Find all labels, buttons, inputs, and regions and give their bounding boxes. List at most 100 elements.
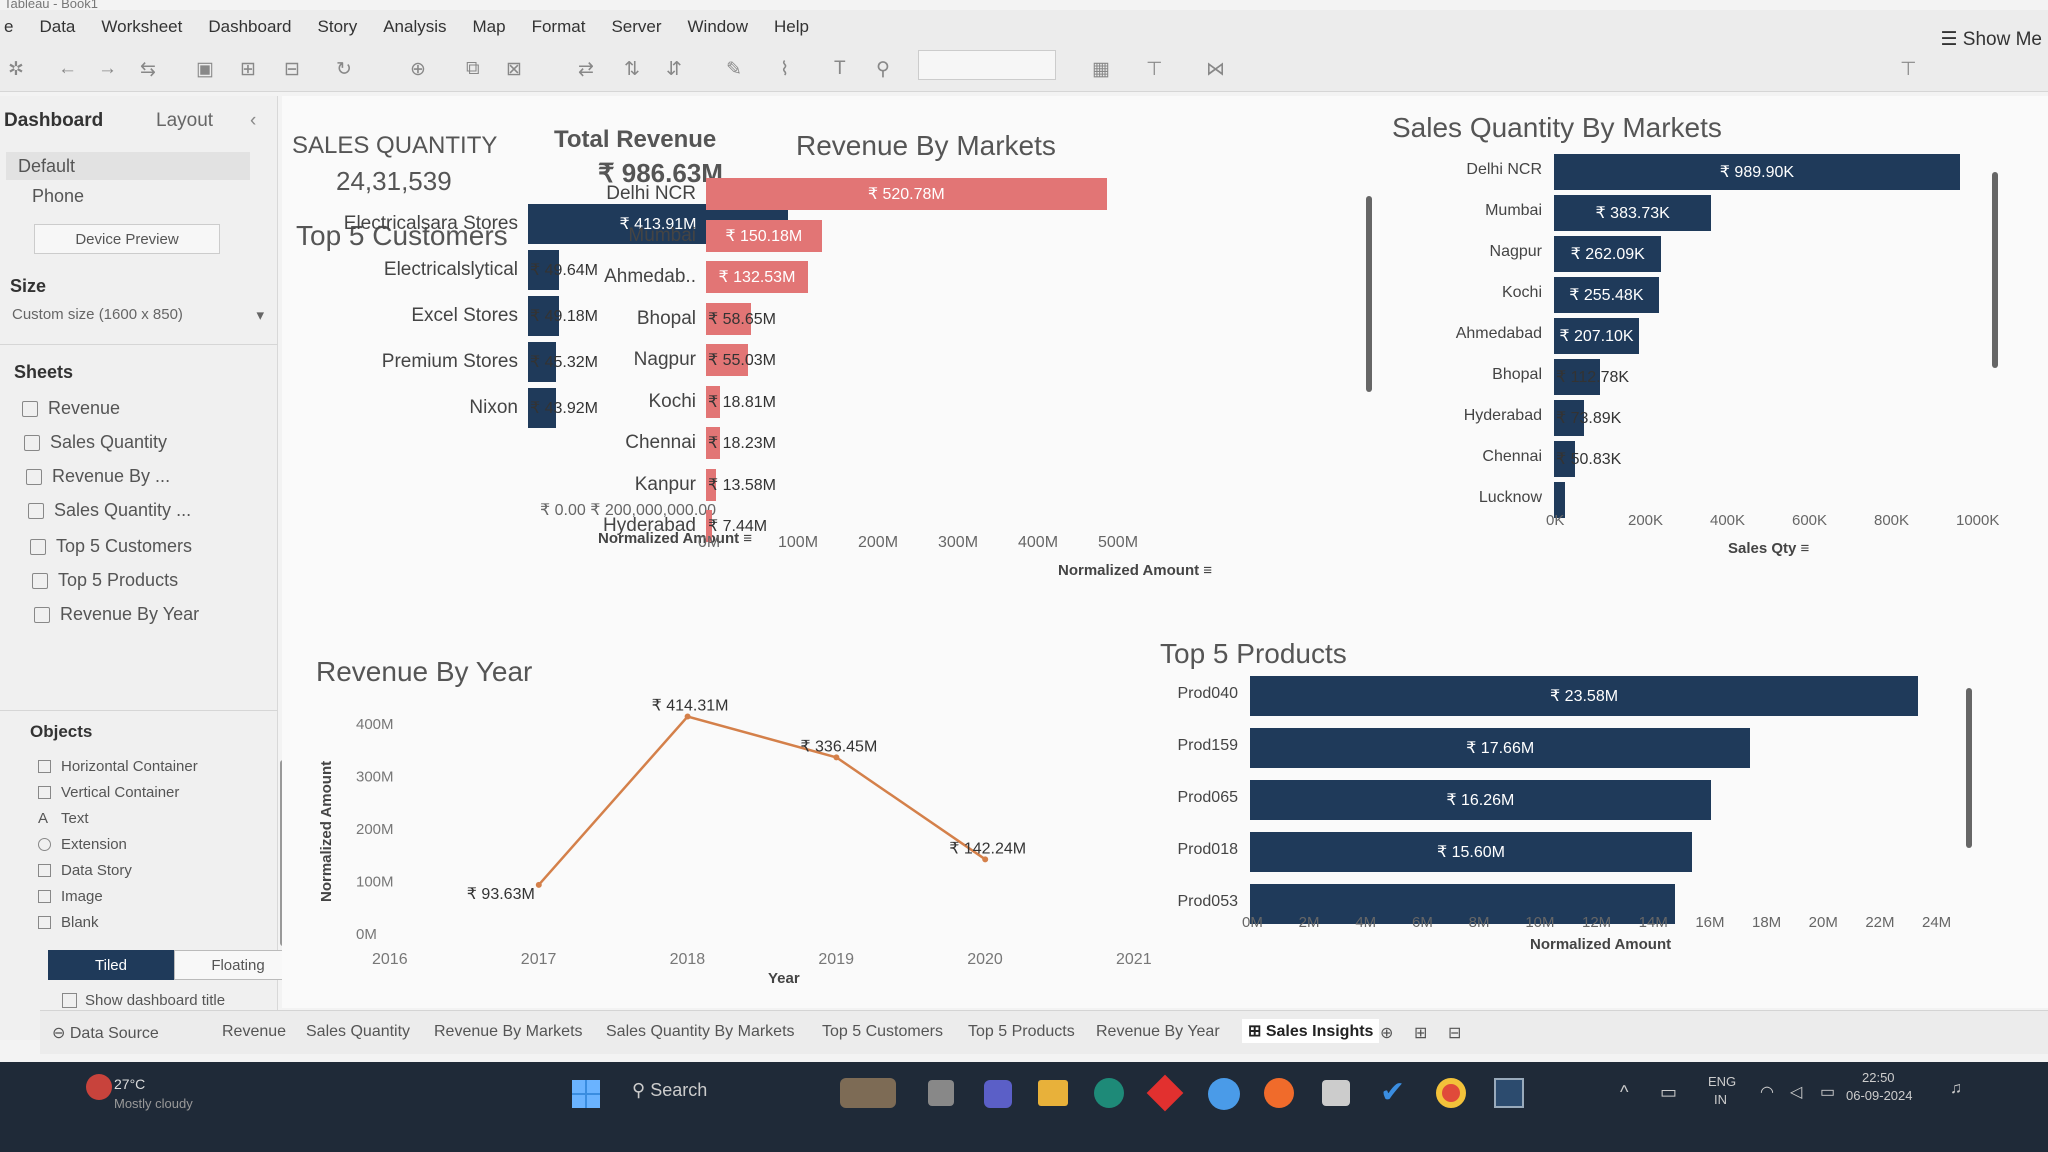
tab-sales-insights[interactable]: ⊞ Sales Insights: [1242, 1019, 1380, 1043]
tab-top-5-customers[interactable]: Top 5 Customers: [822, 1023, 943, 1041]
tab-layout[interactable]: Layout: [156, 110, 213, 132]
wifi-icon[interactable]: ◠: [1760, 1082, 1774, 1102]
store-icon[interactable]: [1322, 1080, 1350, 1106]
weather-icon[interactable]: [86, 1074, 112, 1100]
object-text[interactable]: A Text: [38, 810, 89, 827]
tiled-button[interactable]: Tiled: [48, 950, 174, 980]
new-worksheet-tab-icon[interactable]: ⊕: [1380, 1023, 1393, 1043]
language-code[interactable]: ENG: [1708, 1074, 1736, 1089]
todo-icon[interactable]: ✔: [1380, 1078, 1410, 1108]
menu-item-story[interactable]: Story: [318, 17, 358, 37]
task-view-icon[interactable]: [928, 1080, 954, 1106]
object-vertical-container[interactable]: Vertical Container: [38, 784, 179, 801]
object-horizontal-container[interactable]: Horizontal Container: [38, 758, 198, 775]
forward-icon[interactable]: →: [98, 58, 117, 80]
tab-data-source[interactable]: ⊖ Data Source: [52, 1023, 159, 1043]
tab-revenue[interactable]: Revenue: [222, 1023, 286, 1041]
new-worksheet-icon[interactable]: ⊕: [410, 58, 426, 81]
back-icon[interactable]: ←: [58, 58, 77, 80]
tab-sales-quantity-by-markets[interactable]: Sales Quantity By Markets: [606, 1023, 795, 1041]
menu-item-map[interactable]: Map: [473, 17, 506, 37]
weather-temp[interactable]: 27°C: [114, 1076, 145, 1092]
label-icon[interactable]: T: [834, 58, 846, 80]
menu-item-server[interactable]: Server: [611, 17, 661, 37]
share-icon[interactable]: ⋈: [1206, 58, 1225, 81]
chevron-left-icon[interactable]: ‹: [250, 110, 256, 132]
windows-start-icon[interactable]: [572, 1080, 600, 1108]
tableau-logo-icon[interactable]: ✲: [8, 58, 24, 81]
x-tick-label: 2019: [818, 951, 854, 968]
volume-icon[interactable]: ◁: [1790, 1082, 1802, 1102]
battery-icon[interactable]: ▭: [1820, 1082, 1835, 1102]
replay-icon[interactable]: ⇆: [140, 58, 156, 81]
firefox-icon[interactable]: [1264, 1078, 1294, 1108]
device-phone[interactable]: Phone: [32, 186, 84, 207]
sheet-item-top-5-products[interactable]: Top 5 Products: [32, 570, 178, 591]
duplicate-icon[interactable]: ⧉: [466, 58, 480, 80]
size-dropdown[interactable]: Custom size (1600 x 850) ▾: [12, 306, 264, 324]
chrome-icon[interactable]: [1436, 1078, 1466, 1108]
menu-bar: e Data Worksheet Dashboard Story Analysi…: [0, 10, 2048, 44]
menu-item-dashboard[interactable]: Dashboard: [208, 17, 291, 37]
menu-item-help[interactable]: Help: [774, 17, 809, 37]
object-data-story[interactable]: Data Story: [38, 862, 132, 879]
show-me-button[interactable]: ☰ Show Me: [1940, 28, 2042, 51]
group-icon[interactable]: ⌇: [780, 58, 789, 81]
menu-item-data[interactable]: Data: [39, 17, 75, 37]
highlight-icon[interactable]: ✎: [726, 58, 742, 81]
device-default[interactable]: Default: [18, 156, 75, 177]
new-story-tab-icon[interactable]: ⊟: [1448, 1023, 1461, 1043]
save-icon[interactable]: ▣: [196, 58, 214, 81]
tab-revenue-by-year[interactable]: Revenue By Year: [1096, 1023, 1220, 1041]
menu-item-window[interactable]: Window: [688, 17, 748, 37]
sort-asc-icon[interactable]: ⇅: [624, 58, 640, 81]
edge-icon[interactable]: [1094, 1078, 1124, 1108]
menu-item-worksheet[interactable]: Worksheet: [101, 17, 182, 37]
sheet-item-revenue-by[interactable]: Revenue By ...: [26, 466, 170, 487]
divider: [0, 710, 278, 711]
presentation-icon[interactable]: ⊤: [1146, 58, 1163, 81]
sheet-item-top-5-customers[interactable]: Top 5 Customers: [30, 536, 192, 557]
sheet-item-revenue[interactable]: Revenue: [22, 398, 120, 419]
refresh-icon[interactable]: ↻: [336, 58, 352, 81]
sheet-item-sales-quantity-by[interactable]: Sales Quantity ...: [28, 500, 191, 521]
display-icon[interactable]: ▭: [1660, 1082, 1677, 1103]
line-point[interactable]: [535, 881, 542, 888]
tableau-taskbar-icon[interactable]: [1494, 1078, 1524, 1108]
object-blank[interactable]: Blank: [38, 914, 99, 931]
notification-bell-icon[interactable]: ♫: [1950, 1080, 1962, 1098]
pin-icon[interactable]: ⚲: [876, 58, 890, 81]
object-extension[interactable]: Extension: [38, 836, 127, 853]
card-icon[interactable]: ▦: [1092, 58, 1110, 81]
taskbar-search[interactable]: ⚲ Search: [632, 1080, 707, 1101]
new-datasource-icon[interactable]: ⊞: [240, 58, 256, 81]
menu-item-format[interactable]: Format: [532, 17, 586, 37]
tab-dashboard[interactable]: Dashboard: [4, 110, 103, 132]
pin-toolbar-icon[interactable]: ⊤: [1900, 58, 1917, 81]
tab-revenue-by-markets[interactable]: Revenue By Markets: [434, 1023, 583, 1041]
file-explorer-icon[interactable]: [1038, 1080, 1068, 1106]
show-title-checkbox[interactable]: Show dashboard title: [62, 992, 225, 1009]
swap-icon[interactable]: ⇄: [578, 58, 594, 81]
sheet-item-revenue-by-year[interactable]: Revenue By Year: [34, 604, 199, 625]
object-image[interactable]: Image: [38, 888, 103, 905]
chevron-up-icon[interactable]: ^: [1620, 1082, 1628, 1103]
device-preview-button[interactable]: Device Preview: [34, 224, 220, 254]
sort-desc-icon[interactable]: ⇵: [666, 58, 682, 81]
products-scrollbar[interactable]: [1966, 688, 1972, 848]
tab-sales-quantity[interactable]: Sales Quantity: [306, 1023, 410, 1041]
clear-sheet-icon[interactable]: ⊠: [506, 58, 522, 81]
widget-icon[interactable]: [840, 1078, 896, 1108]
app-globe-icon[interactable]: [1208, 1078, 1240, 1110]
pause-icon[interactable]: ⊟: [284, 58, 300, 81]
sheet-item-sales-quantity[interactable]: Sales Quantity: [24, 432, 167, 453]
clock-time[interactable]: 22:50: [1862, 1070, 1895, 1085]
menu-item-analysis[interactable]: Analysis: [383, 17, 446, 37]
new-dashboard-tab-icon[interactable]: ⊞: [1414, 1023, 1427, 1043]
revenue-line[interactable]: [537, 715, 986, 886]
tab-top-5-products[interactable]: Top 5 Products: [968, 1023, 1075, 1041]
menu-item-edit[interactable]: e: [4, 17, 13, 37]
fit-dropdown[interactable]: [918, 50, 1056, 80]
teams-icon[interactable]: [984, 1080, 1012, 1108]
app-red-icon[interactable]: [1146, 1074, 1184, 1112]
